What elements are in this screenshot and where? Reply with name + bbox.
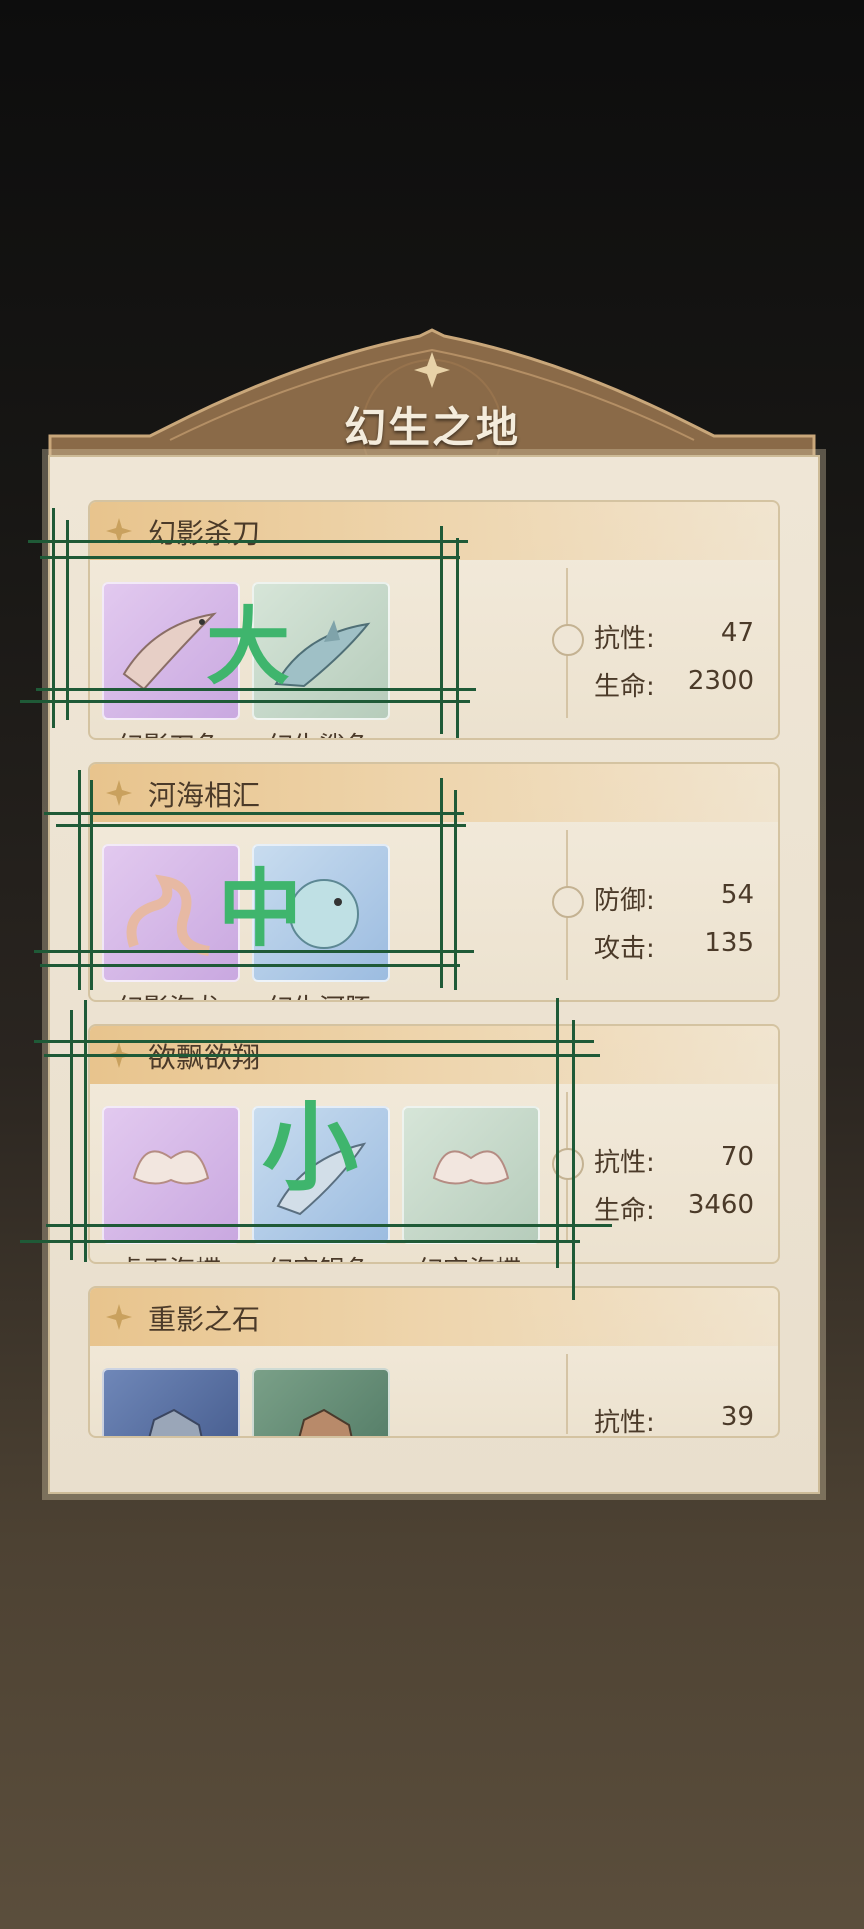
stat-value: 54: [720, 880, 754, 910]
item-name: 虚无海蝶: [94, 1250, 244, 1262]
stat-value: 47: [720, 618, 754, 648]
sea-butterfly-icon[interactable]: [402, 1106, 540, 1244]
puffer-fish-icon[interactable]: [252, 844, 390, 982]
item-name: 幻生鲨鱼: [244, 726, 394, 738]
stat-label: 攻击:: [594, 934, 655, 964]
card-title: 河海相汇: [148, 779, 261, 812]
item-name: 幻生河豚: [244, 988, 394, 1000]
silver-fish-icon[interactable]: [252, 1106, 390, 1244]
sword-fish-icon[interactable]: [102, 582, 240, 720]
card-title: 欲飘欲翔: [148, 1041, 261, 1074]
stat-label: 抗性:: [594, 1408, 655, 1438]
combo-card-3[interactable]: 欲飘欲翔 虚无海蝶 幻空银鱼 幻空海蝶 抗性: 70 生命: 3460: [88, 1024, 780, 1264]
sea-butterfly-icon[interactable]: [102, 1106, 240, 1244]
stat-label: 抗性:: [594, 624, 655, 654]
stat-label: 抗性:: [594, 1148, 655, 1178]
page-title: 幻生之地: [343, 403, 520, 452]
shark-icon[interactable]: [252, 582, 390, 720]
arrow-right-icon[interactable]: [552, 1148, 584, 1180]
combo-card-1[interactable]: 幻影杀刀 幻影刀鱼 幻生鲨鱼 抗性: 47 生命: 2300: [88, 500, 780, 740]
stat-label: 生命:: [594, 672, 655, 702]
divider: [566, 1354, 568, 1434]
star-icon: [106, 1304, 132, 1330]
item-name: 幻空海蝶: [394, 1250, 544, 1262]
stone-golem-icon[interactable]: [102, 1368, 240, 1436]
item-name: 幻空银鱼: [244, 1250, 394, 1262]
stat-label: 防御:: [594, 886, 655, 916]
item-name: 幻影海龙: [94, 988, 244, 1000]
stone-golem-icon[interactable]: [252, 1368, 390, 1436]
combo-card-4[interactable]: 重影之石 抗性: 39: [88, 1286, 780, 1438]
arrow-right-icon[interactable]: [552, 624, 584, 656]
stat-value: 39: [720, 1402, 754, 1432]
star-icon: [106, 1042, 132, 1068]
card-title: 重影之石: [148, 1303, 261, 1336]
star-icon: [106, 780, 132, 806]
sea-dragon-icon[interactable]: [102, 844, 240, 982]
combo-card-2[interactable]: 河海相汇 幻影海龙 幻生河豚 防御: 54 攻击: 135: [88, 762, 780, 1002]
stat-value: 3460: [687, 1190, 754, 1220]
star-icon: [106, 518, 132, 544]
stat-value: 70: [720, 1142, 754, 1172]
stat-label: 生命:: [594, 1196, 655, 1226]
item-name: 幻影刀鱼: [94, 726, 244, 738]
arrow-right-icon[interactable]: [552, 886, 584, 918]
stat-value: 135: [704, 928, 754, 958]
card-title: 幻影杀刀: [148, 517, 261, 550]
stat-value: 2300: [687, 666, 754, 696]
panel-header: 幻生之地: [0, 0, 864, 501]
